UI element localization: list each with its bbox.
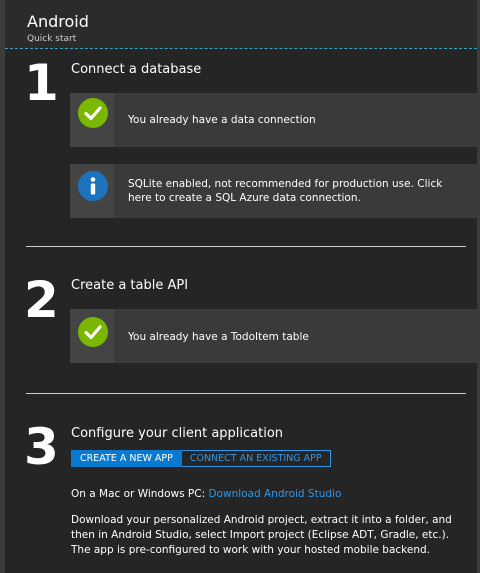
notice-text[interactable]: SQLite enabled, not recommended for prod… [128,177,460,205]
step-1-title: Connect a database [71,62,202,77]
left-rail [0,0,5,573]
step-3-title: Configure your client application [71,426,284,441]
page-subtitle: Quick start [27,34,77,44]
check-icon [78,317,108,347]
blade-header: Android Quick start [5,0,477,48]
platform-line: On a Mac or Windows PC: Download Android… [71,488,341,500]
info-icon [78,171,108,201]
sqlite-notice[interactable]: SQLite enabled, not recommended for prod… [70,164,478,218]
page-title: Android [27,12,89,31]
data-connection-notice: You already have a data connection [70,93,478,147]
step-2-number: 2 [24,271,59,329]
download-android-studio-link[interactable]: Download Android Studio [208,488,341,500]
instructions-text: Download your personalized Android proje… [71,514,452,556]
table-notice: You already have a TodoItem table [70,309,478,363]
check-icon [78,98,108,128]
app-option-tabs: CREATE A NEW APP CONNECT AN EXISTING APP [71,450,331,467]
step-3-number: 3 [24,418,59,476]
tab-connect-existing-app[interactable]: CONNECT AN EXISTING APP [181,450,331,467]
notice-text: You already have a data connection [128,114,316,126]
platform-label: On a Mac or Windows PC: [71,488,206,500]
step-2-title: Create a table API [71,278,189,293]
tab-create-new-app[interactable]: CREATE A NEW APP [71,450,182,467]
step-1-number: 1 [24,54,59,112]
section-divider [26,246,466,247]
quick-start-blade: Android Quick start 1 Connect a database… [0,0,480,573]
notice-text: You already have a TodoItem table [128,331,309,343]
section-divider [26,393,466,394]
header-divider [5,48,477,49]
